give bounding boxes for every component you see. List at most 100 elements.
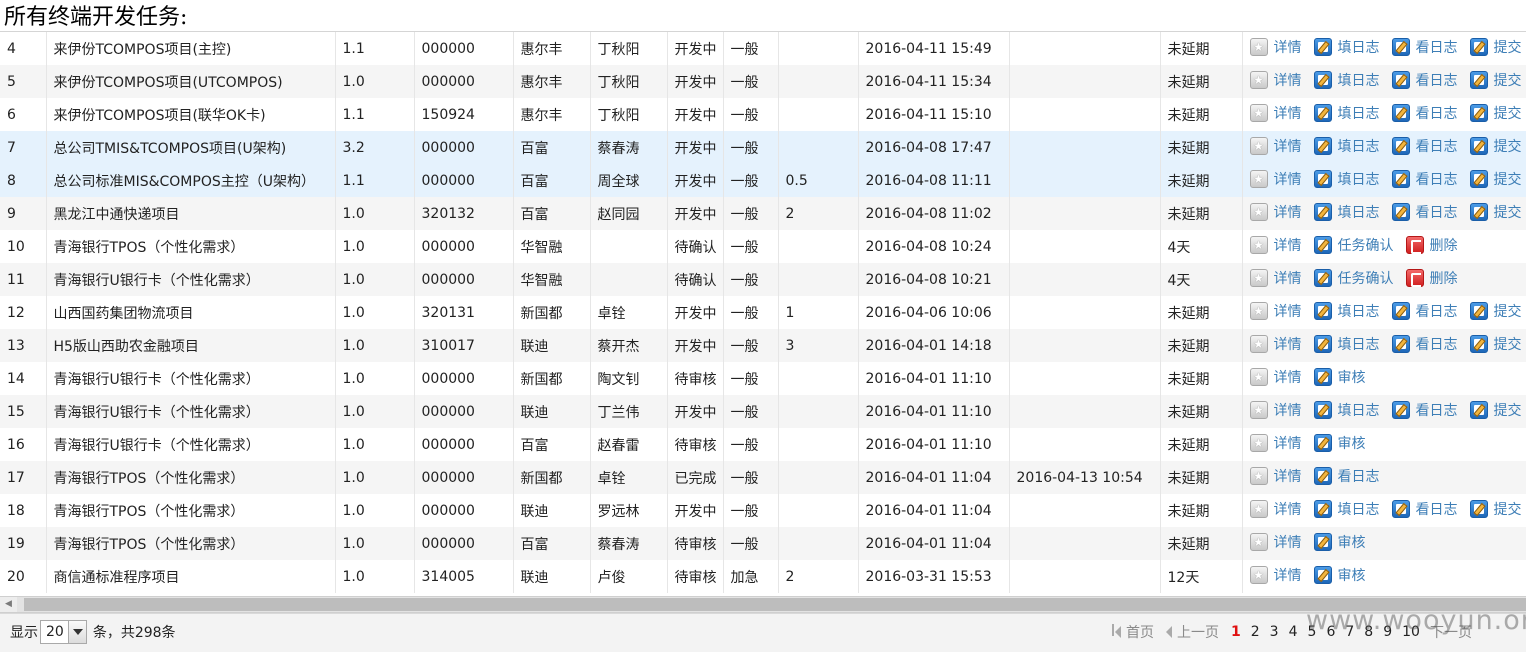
cell-status: 待审核: [667, 527, 724, 560]
cell-company: 联迪: [513, 494, 591, 527]
detail-button[interactable]: 详情: [1249, 466, 1302, 486]
detail-button[interactable]: 详情: [1249, 400, 1302, 420]
table-row[interactable]: 13 H5版山西助农金融项目 1.0 310017 联迪 蔡开杰 开发中 一般 3 2016-04…: [0, 329, 1526, 362]
detail-button[interactable]: 详情: [1249, 301, 1302, 321]
horizontal-scrollbar[interactable]: ◀: [0, 596, 1526, 613]
table-row[interactable]: 12 山西国药集团物流项目 1.0 320131 新国都 卓铨 开发中 一般 1 2016-04-…: [0, 296, 1526, 329]
submit-button[interactable]: 提交: [1469, 70, 1522, 90]
table-row[interactable]: 14 青海银行U银行卡（个性化需求） 1.0 000000 新国都 陶文钊 待审核 一般 201…: [0, 362, 1526, 395]
submit-button[interactable]: 提交: [1469, 103, 1522, 123]
detail-button[interactable]: 详情: [1249, 136, 1302, 156]
page-number-link[interactable]: 3: [1270, 624, 1279, 640]
detail-button[interactable]: 详情: [1249, 70, 1302, 90]
submit-button[interactable]: 提交: [1469, 136, 1522, 156]
detail-button[interactable]: 详情: [1249, 202, 1302, 222]
table-row[interactable]: 19 青海银行TPOS（个性化需求） 1.0 000000 百富 蔡春涛 待审核 一般 2016…: [0, 527, 1526, 560]
table-row[interactable]: 10 青海银行TPOS（个性化需求） 1.0 000000 华智融 待确认 一般 2016-0…: [0, 230, 1526, 263]
submit-button[interactable]: 提交: [1469, 334, 1522, 354]
view-log-button[interactable]: 看日志: [1391, 70, 1458, 90]
action-label: 填日志: [1337, 304, 1380, 320]
detail-button[interactable]: 详情: [1249, 169, 1302, 189]
submit-button[interactable]: 提交: [1469, 400, 1522, 420]
review-button[interactable]: 审核: [1313, 433, 1366, 453]
table-row[interactable]: 9 黑龙江中通快递项目 1.0 320132 百富 赵同园 开发中 一般 2 2016-04-08…: [0, 197, 1526, 230]
review-button[interactable]: 审核: [1313, 367, 1366, 387]
cell-finished-time: 2016-04-13 10:54: [1009, 461, 1161, 494]
table-row[interactable]: 7 总公司TMIS&TCOMPOS项目(U架构) 3.2 000000 百富 蔡春涛 开发中…: [0, 131, 1526, 164]
view-log-button[interactable]: 看日志: [1391, 334, 1458, 354]
fill-log-button[interactable]: 填日志: [1313, 334, 1380, 354]
fill-log-button[interactable]: 填日志: [1313, 169, 1380, 189]
fill-log-button[interactable]: 填日志: [1313, 202, 1380, 222]
detail-button[interactable]: 详情: [1249, 103, 1302, 123]
table-row[interactable]: 8 总公司标准MIS&COMPOS主控（U架构） 1.1 000000 百富 周全球 开发中…: [0, 164, 1526, 197]
scrollbar-thumb[interactable]: [24, 598, 1526, 611]
submit-button[interactable]: 提交: [1469, 499, 1522, 519]
cell-priority: 一般: [723, 32, 779, 65]
detail-button[interactable]: 详情: [1249, 334, 1302, 354]
submit-button[interactable]: 提交: [1469, 37, 1522, 57]
first-page-button[interactable]: 首页: [1112, 622, 1154, 642]
cell-developer: 卢俊: [590, 560, 668, 593]
view-log-button[interactable]: 看日志: [1391, 103, 1458, 123]
task-confirm-button[interactable]: 任务确认: [1313, 268, 1394, 288]
fill-log-button[interactable]: 填日志: [1313, 499, 1380, 519]
table-row[interactable]: 11 青海银行U银行卡（个性化需求） 1.0 000000 华智融 待确认 一般 2016-0…: [0, 263, 1526, 296]
table-row[interactable]: 18 青海银行TPOS（个性化需求） 1.0 000000 联迪 罗远林 开发中 一般 2016…: [0, 494, 1526, 527]
table-row[interactable]: 6 来伊份TCOMPOS项目(联华OK卡) 1.1 150924 惠尔丰 丁秋阳 开发中 一般…: [0, 98, 1526, 131]
cell-project-name: 来伊份TCOMPOS项目(UTCOMPOS): [46, 65, 336, 98]
detail-button[interactable]: 详情: [1249, 37, 1302, 57]
detail-button[interactable]: 详情: [1249, 532, 1302, 552]
detail-button[interactable]: 详情: [1249, 235, 1302, 255]
detail-button[interactable]: 详情: [1249, 565, 1302, 585]
submit-button[interactable]: 提交: [1469, 301, 1522, 321]
detail-button[interactable]: 详情: [1249, 433, 1302, 453]
fill-log-button[interactable]: 填日志: [1313, 103, 1380, 123]
table-row[interactable]: 17 青海银行TPOS（个性化需求） 1.0 000000 新国都 卓铨 已完成 一般 2016…: [0, 461, 1526, 494]
prev-page-button[interactable]: 上一页: [1166, 622, 1219, 642]
view-log-button[interactable]: 看日志: [1391, 37, 1458, 57]
chevron-down-icon[interactable]: [67, 621, 86, 643]
table-row[interactable]: 15 青海银行U银行卡（个性化需求） 1.0 000000 联迪 丁兰伟 开发中 一般 2016…: [0, 395, 1526, 428]
edit-icon: [1313, 38, 1332, 56]
table-row[interactable]: 16 青海银行U银行卡（个性化需求） 1.0 000000 百富 赵春雷 待审核 一般 2016…: [0, 428, 1526, 461]
delete-button[interactable]: 删除: [1405, 268, 1458, 288]
task-confirm-button[interactable]: 任务确认: [1313, 235, 1394, 255]
table-row[interactable]: 4 来伊份TCOMPOS项目(主控) 1.1 000000 惠尔丰 丁秋阳 开发中 一般 201…: [0, 32, 1526, 65]
view-log-button[interactable]: 看日志: [1391, 136, 1458, 156]
submit-button[interactable]: 提交: [1469, 169, 1522, 189]
view-log-button[interactable]: 看日志: [1391, 301, 1458, 321]
action-label: 详情: [1273, 469, 1302, 485]
view-log-button[interactable]: 看日志: [1391, 499, 1458, 519]
page-size-select[interactable]: 20: [40, 620, 87, 644]
view-log-button[interactable]: 看日志: [1391, 202, 1458, 222]
fill-log-button[interactable]: 填日志: [1313, 400, 1380, 420]
view-log-button[interactable]: 看日志: [1391, 400, 1458, 420]
detail-button[interactable]: 详情: [1249, 367, 1302, 387]
fill-log-button[interactable]: 填日志: [1313, 37, 1380, 57]
review-button[interactable]: 审核: [1313, 532, 1366, 552]
submit-button[interactable]: 提交: [1469, 202, 1522, 222]
detail-button[interactable]: 详情: [1249, 268, 1302, 288]
edit-icon: [1469, 137, 1488, 155]
view-log-button[interactable]: 看日志: [1313, 466, 1380, 486]
fill-log-button[interactable]: 填日志: [1313, 136, 1380, 156]
cell-finished-time: [1009, 329, 1161, 362]
table-row[interactable]: 5 来伊份TCOMPOS项目(UTCOMPOS) 1.0 000000 惠尔丰 丁秋阳 开发…: [0, 65, 1526, 98]
detail-button[interactable]: 详情: [1249, 499, 1302, 519]
fill-log-button[interactable]: 填日志: [1313, 301, 1380, 321]
scroll-left-arrow-icon[interactable]: ◀: [0, 597, 17, 612]
cell-hours: 0.5: [778, 164, 859, 197]
page-number-link[interactable]: 1: [1231, 624, 1241, 640]
cell-status: 待确认: [667, 263, 724, 296]
view-log-button[interactable]: 看日志: [1391, 169, 1458, 189]
fill-log-button[interactable]: 填日志: [1313, 70, 1380, 90]
cell-developer: 周全球: [590, 164, 668, 197]
cell-hours: 2: [778, 560, 859, 593]
review-button[interactable]: 审核: [1313, 565, 1366, 585]
page-number-link[interactable]: 2: [1251, 624, 1260, 640]
delete-button[interactable]: 删除: [1405, 235, 1458, 255]
table-row[interactable]: 20 商信通标准程序项目 1.0 314005 联迪 卢俊 待审核 加急 2 2016-03-31…: [0, 560, 1526, 593]
edit-icon: [1313, 533, 1332, 551]
page-number-link[interactable]: 4: [1289, 624, 1298, 640]
